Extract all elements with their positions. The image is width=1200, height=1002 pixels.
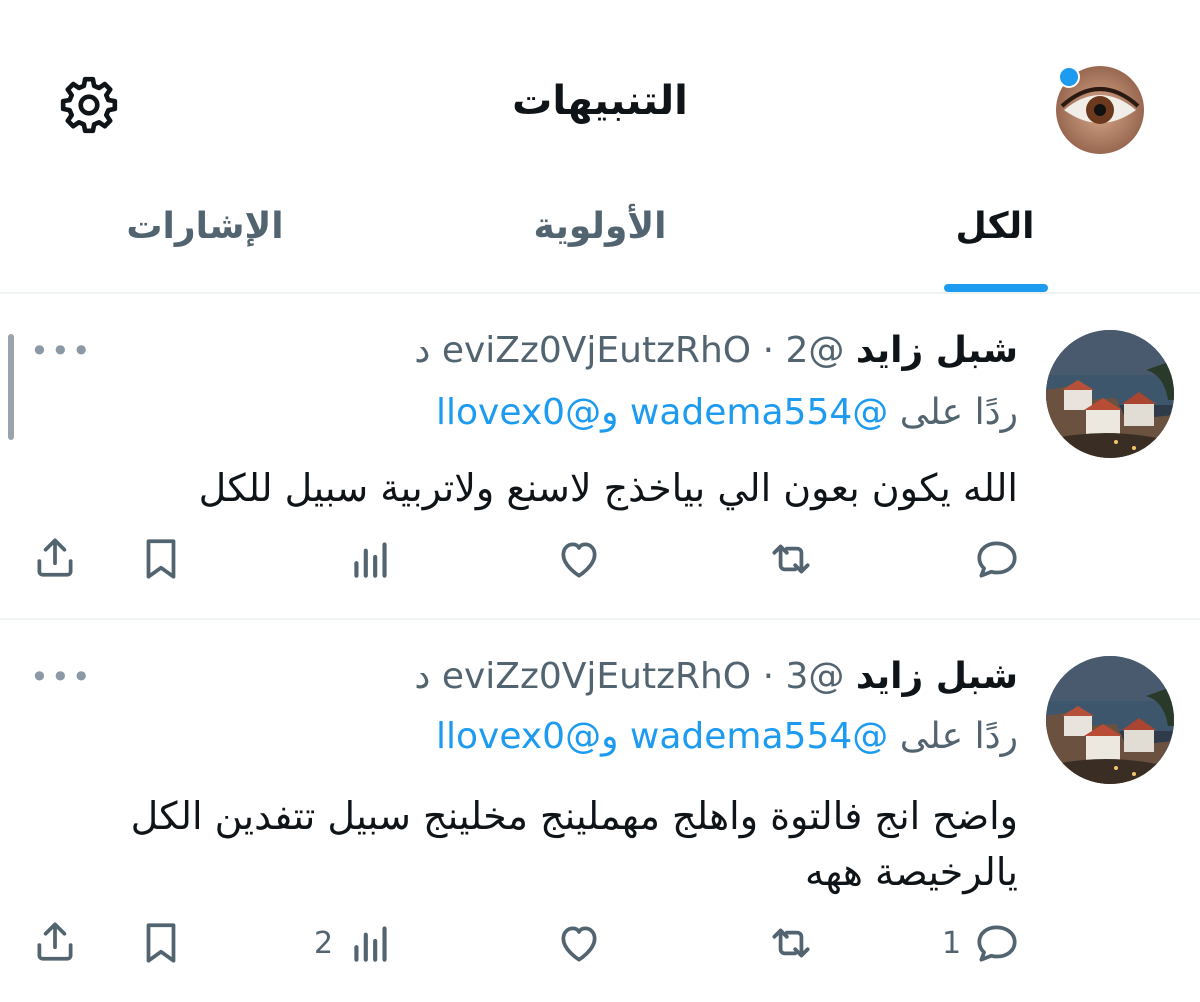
mention-link[interactable]: @llovex0 [436, 716, 601, 757]
like-icon[interactable] [554, 918, 604, 968]
mention-link[interactable]: @wadema554 [630, 716, 888, 757]
author-name[interactable]: شبل زايد [856, 330, 1018, 371]
retweet-icon[interactable] [766, 918, 816, 968]
retweet-icon[interactable] [766, 534, 816, 584]
reply-context: ردًا على @wadema554 و@llovex0 [436, 392, 1018, 433]
reply-icon[interactable] [972, 534, 1022, 584]
more-icon[interactable]: ••• [30, 332, 93, 370]
views-count: 2 [314, 926, 334, 961]
author-handle[interactable]: @eviZz0VjEutzRhO [442, 330, 845, 371]
share-icon[interactable] [30, 916, 80, 966]
more-icon[interactable]: ••• [30, 658, 93, 696]
reply-prefix: ردًا على [899, 392, 1018, 433]
author-handle[interactable]: @eviZz0VjEutzRhO [442, 656, 845, 697]
active-tab-indicator [944, 284, 1048, 292]
reply-icon[interactable] [972, 918, 1022, 968]
author-avatar[interactable] [1046, 656, 1174, 784]
gear-icon[interactable] [58, 74, 120, 136]
notification-dot [1058, 66, 1080, 88]
author-avatar[interactable] [1046, 330, 1174, 458]
tweet-header: شبل زايد @eviZz0VjEutzRhO · 3 د [414, 656, 1018, 697]
separator: · [762, 330, 775, 371]
divider [0, 292, 1200, 294]
mention-link[interactable]: @llovex0 [436, 392, 601, 433]
scrollbar[interactable] [8, 334, 14, 440]
reply-prefix: ردًا على [899, 716, 1018, 757]
tweet-header: شبل زايد @eviZz0VjEutzRhO · 2 د [414, 330, 1018, 371]
bookmark-icon[interactable] [136, 534, 186, 584]
separator: · [762, 656, 775, 697]
reply-count: 1 [942, 926, 962, 961]
views-icon[interactable] [346, 534, 396, 584]
author-name[interactable]: شبل زايد [856, 656, 1018, 697]
tab-all[interactable]: الكل [930, 206, 1060, 247]
tweet-text: واضح انج فالتوة واهلج مهملينج مخلينج سبي… [130, 794, 1018, 894]
tweet-text: الله يكون بعون الي بياخذج لاسنع ولاتربية… [198, 466, 1018, 510]
views-icon[interactable] [346, 918, 396, 968]
mention-link[interactable]: @wadema554 [630, 392, 888, 433]
share-icon[interactable] [30, 532, 80, 582]
like-icon[interactable] [554, 534, 604, 584]
reply-context: ردًا على @wadema554 و@llovex0 [436, 716, 1018, 757]
page-title: التنبيهات [512, 78, 688, 124]
bookmark-icon[interactable] [136, 918, 186, 968]
conjunction: و [601, 392, 619, 433]
tab-priority[interactable]: الأولوية [510, 206, 690, 247]
tab-mentions[interactable]: الإشارات [110, 206, 300, 247]
divider [0, 618, 1200, 620]
conjunction: و [601, 716, 619, 757]
